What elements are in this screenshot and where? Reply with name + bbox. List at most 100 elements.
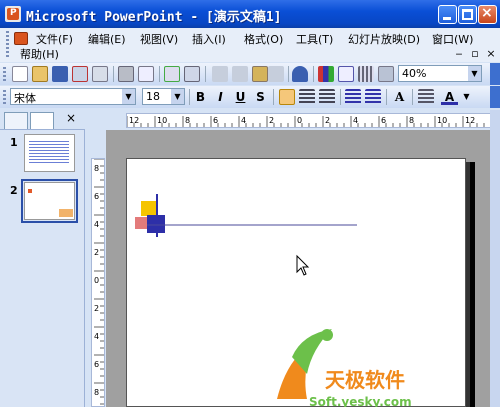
zoom-value: 40%: [402, 67, 427, 80]
research-icon[interactable]: [184, 66, 200, 82]
chevron-down-icon[interactable]: ▼: [468, 66, 481, 81]
horizontal-ruler-scale[interactable]: 12 10 8 6 4 2 0 2 4 6 8 10 12: [126, 113, 498, 128]
toolbar-options-button[interactable]: [490, 86, 500, 108]
slide-design: 天极软件 Soft.yesky.com: [135, 194, 412, 407]
toolbar-separator: [189, 89, 190, 105]
toolbar-separator: [288, 66, 289, 82]
font-value: 宋体: [14, 92, 36, 105]
decrease-indent-icon[interactable]: [418, 89, 434, 105]
doc-minimize-button[interactable]: ‒: [452, 47, 466, 60]
close-icon: ×: [481, 5, 493, 21]
slide-thumbnail-2[interactable]: [21, 179, 78, 223]
menu-slideshow[interactable]: 幻灯片放映(D): [348, 31, 420, 47]
vertical-ruler-scale[interactable]: 8 6 4 2 0 2 4 6 8: [91, 158, 105, 407]
format-painter-icon[interactable]: [268, 66, 284, 82]
close-icon[interactable]: ×: [66, 111, 76, 125]
ruler-label: 0: [297, 116, 302, 125]
ruler-label: 6: [381, 116, 386, 125]
powerpoint-app-icon[interactable]: P: [5, 6, 21, 22]
bullets-icon[interactable]: [365, 89, 381, 105]
font-color-button[interactable]: A: [441, 89, 458, 105]
ruler-label: 2: [269, 116, 274, 125]
mouse-cursor-icon: [296, 254, 310, 276]
chart-icon[interactable]: [318, 66, 334, 82]
ruler-label: 0: [94, 276, 99, 285]
toolbar-grip[interactable]: [3, 90, 6, 105]
save-icon[interactable]: [52, 66, 68, 82]
minimize-button[interactable]: [438, 5, 457, 24]
numbering-icon[interactable]: [345, 89, 361, 105]
tab-slides[interactable]: [30, 112, 54, 129]
open-icon[interactable]: [32, 66, 48, 82]
ruler-label: 2: [94, 248, 99, 257]
ruler-label: 8: [185, 116, 190, 125]
menu-grip[interactable]: [6, 31, 9, 59]
ruler-label: 4: [94, 220, 99, 229]
menu-insert[interactable]: 插入(I): [192, 31, 226, 47]
shadow-button[interactable]: S: [252, 89, 269, 105]
chevron-down-icon[interactable]: ▼: [171, 89, 184, 104]
menu-window[interactable]: 窗口(W): [432, 31, 473, 47]
print-preview-icon[interactable]: [138, 66, 154, 82]
email-icon[interactable]: [92, 66, 108, 82]
print-icon[interactable]: [118, 66, 134, 82]
doc-restore-button[interactable]: ▫: [468, 47, 482, 60]
slide-thumbnail-1[interactable]: [24, 134, 75, 172]
grow-font-button[interactable]: A: [391, 89, 408, 105]
toolbar-separator: [412, 89, 413, 105]
permission-icon[interactable]: [72, 66, 88, 82]
horizontal-ruler: 12 10 8 6 4 2 0 2 4 6 8 10 12: [86, 110, 500, 130]
copy-icon[interactable]: [232, 66, 248, 82]
bold-button[interactable]: B: [192, 89, 209, 105]
center-icon[interactable]: [299, 89, 315, 105]
table-icon[interactable]: [338, 66, 354, 82]
font-dropdown[interactable]: 宋体 ▼: [10, 88, 136, 105]
grayscale-icon[interactable]: [378, 66, 394, 82]
close-button[interactable]: ×: [478, 5, 497, 24]
new-icon[interactable]: [12, 66, 28, 82]
slides-panel: × 1 2: [0, 108, 85, 407]
paste-icon[interactable]: [252, 66, 268, 82]
menu-edit[interactable]: 编辑(E): [88, 31, 126, 47]
menu-bar: 文件(F) 编辑(E) 视图(V) 插入(I) 格式(O) 工具(T) 幻灯片放…: [0, 28, 500, 62]
horizontal-ruler-ticks: 12 10 8 6 4 2 0 2 4 6 8 10 12: [127, 116, 492, 127]
ruler-label: 6: [94, 192, 99, 201]
align-right-icon[interactable]: [319, 89, 335, 105]
menu-help[interactable]: 帮助(H): [20, 46, 59, 62]
slide-number: 2: [10, 184, 18, 197]
decor-yellow-square: [141, 201, 156, 216]
maximize-button[interactable]: [458, 5, 477, 24]
ruler-label: 6: [94, 360, 99, 369]
expand-all-icon[interactable]: [358, 66, 374, 82]
font-size-dropdown[interactable]: 18 ▼: [142, 88, 185, 105]
maximize-icon: [462, 9, 473, 20]
minimize-icon: [443, 17, 451, 20]
undo-icon[interactable]: [292, 66, 308, 82]
doc-close-button[interactable]: ×: [484, 47, 498, 60]
italic-button[interactable]: I: [212, 89, 229, 105]
menu-file[interactable]: 文件(F): [36, 31, 73, 47]
spelling-icon[interactable]: [164, 66, 180, 82]
panel-tabs: ×: [0, 108, 85, 130]
vertical-scrollbar[interactable]: [490, 110, 500, 407]
tab-outline[interactable]: [4, 112, 28, 129]
current-slide[interactable]: 天极软件 Soft.yesky.com: [126, 158, 466, 407]
standard-toolbar: 40% ▼: [0, 63, 500, 85]
chevron-down-icon[interactable]: ▼: [122, 89, 135, 104]
underline-button[interactable]: U: [232, 89, 249, 105]
cut-icon[interactable]: [212, 66, 228, 82]
align-left-icon[interactable]: [279, 89, 295, 105]
ruler-label: 2: [94, 304, 99, 313]
ruler-label: 4: [94, 332, 99, 341]
ruler-label: 6: [213, 116, 218, 125]
document-icon[interactable]: [14, 32, 28, 45]
toolbar-options-button[interactable]: [490, 63, 500, 85]
chevron-down-icon[interactable]: ▼: [458, 89, 475, 105]
menu-view[interactable]: 视图(V): [140, 31, 178, 47]
toolbar-grip[interactable]: [3, 67, 6, 82]
menu-tools[interactable]: 工具(T): [296, 31, 333, 47]
menu-format[interactable]: 格式(O): [244, 31, 283, 47]
slide-editor: 天极软件 Soft.yesky.com: [106, 130, 500, 407]
vertical-ruler: 8 6 4 2 0 2 4 6 8: [88, 130, 106, 407]
zoom-dropdown[interactable]: 40% ▼: [398, 65, 482, 82]
